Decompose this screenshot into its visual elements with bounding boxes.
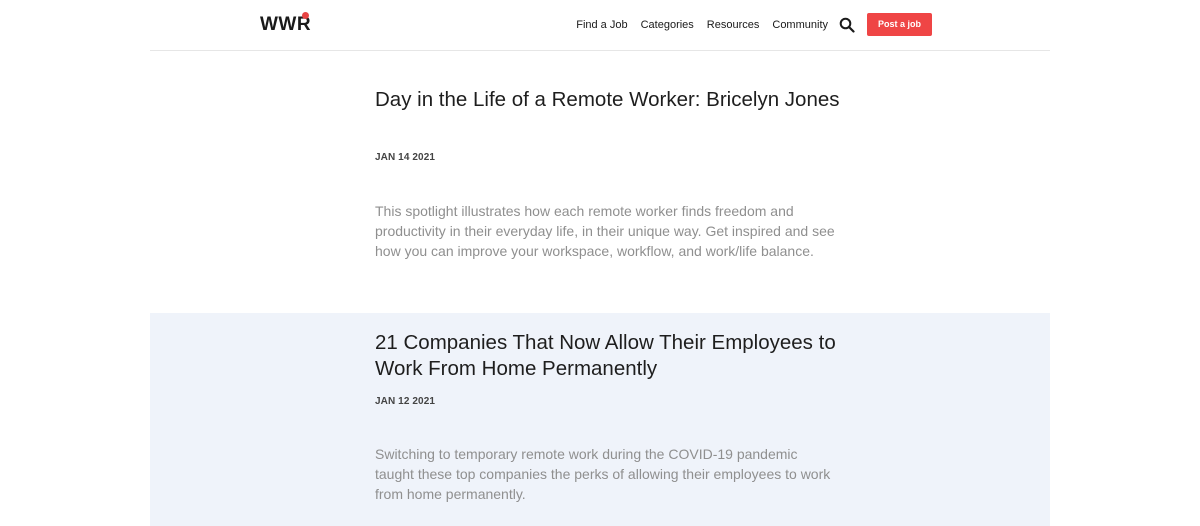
page: WWR Find a Job Categories Resources Comm… [0, 0, 1200, 526]
article-title[interactable]: Day in the Life of a Remote Worker: Bric… [375, 87, 845, 113]
search-icon[interactable] [839, 17, 855, 33]
logo-dot-icon [302, 12, 309, 19]
article-title[interactable]: 21 Companies That Now Allow Their Employ… [375, 330, 845, 382]
site-header: WWR Find a Job Categories Resources Comm… [150, 0, 1050, 51]
nav-community[interactable]: Community [772, 18, 828, 32]
article-date: JAN 12 2021 [375, 396, 436, 407]
nav-categories[interactable]: Categories [641, 18, 694, 32]
article-card[interactable]: Day in the Life of a Remote Worker: Bric… [150, 51, 1050, 313]
article-card[interactable]: 21 Companies That Now Allow Their Employ… [150, 313, 1050, 526]
article-excerpt: Switching to temporary remote work durin… [375, 446, 831, 502]
post-a-job-button[interactable]: Post a job [867, 13, 932, 36]
article-excerpt: This spotlight illustrates how each remo… [375, 203, 835, 259]
nav-resources[interactable]: Resources [707, 18, 760, 32]
article-date: JAN 14 2021 [375, 152, 436, 163]
main-nav: Find a Job Categories Resources Communit… [563, 18, 828, 32]
nav-find-a-job[interactable]: Find a Job [576, 18, 627, 32]
